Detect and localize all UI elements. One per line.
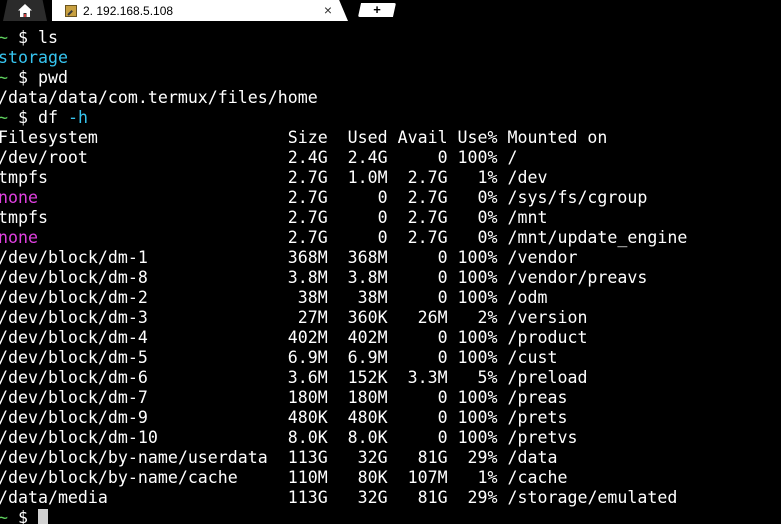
df-row: /dev/block/dm-1 368M 368M 0 100% /vendor: [0, 248, 577, 268]
command-flag: -h: [67, 108, 88, 127]
df-row: /dev/block/dm-6 3.6M 152K 3.3M 5% /prelo…: [0, 368, 587, 388]
df-row: /dev/block/dm-5 6.9M 6.9M 0 100% /cust: [0, 348, 557, 368]
df-values: 3.6M 152K 3.3M 5% /preload: [147, 368, 588, 387]
df-filesystem: /dev/root: [0, 148, 88, 167]
df-row: /dev/block/by-name/userdata 113G 32G 81G…: [0, 448, 557, 468]
prompt-line-ls: ~ $ ls: [0, 28, 58, 48]
command-text: pwd: [38, 68, 68, 87]
df-values: 3.8M 3.8M 0 100% /vendor/preavs: [147, 268, 648, 287]
df-filesystem: /dev/block/dm-1: [0, 248, 148, 267]
df-filesystem: tmpfs: [0, 168, 48, 187]
prompt-dollar: $: [18, 508, 28, 524]
df-values: 8.0K 8.0K 0 100% /pretvs: [157, 428, 578, 447]
terminal-session-icon: [65, 4, 77, 17]
df-values: 113G 32G 81G 29% /data: [267, 448, 558, 467]
df-row: /dev/block/dm-3 27M 360K 26M 2% /version: [0, 308, 587, 328]
df-filesystem: /dev/block/dm-4: [0, 328, 148, 347]
df-values: 2.7G 0 2.7G 0% /mnt/update_engine: [37, 228, 688, 247]
df-values: 6.9M 6.9M 0 100% /cust: [147, 348, 558, 367]
df-values: 402M 402M 0 100% /product: [147, 328, 588, 347]
df-row: /dev/root 2.4G 2.4G 0 100% /: [0, 148, 518, 168]
df-filesystem: /dev/block/dm-10: [0, 428, 158, 447]
command-text: df: [38, 108, 58, 127]
prompt-tilde: ~: [0, 108, 8, 127]
home-tab[interactable]: [3, 0, 47, 21]
df-row: /dev/block/dm-9 480K 480K 0 100% /prets: [0, 408, 567, 428]
terminal-output[interactable]: ~ $ ls storage ~ $ pwd /data/data/com.te…: [0, 28, 781, 524]
new-tab-button[interactable]: +: [358, 3, 396, 17]
df-row: none 2.7G 0 2.7G 0% /mnt/update_engine: [0, 228, 687, 248]
prompt-line-current: ~ $: [0, 508, 48, 524]
df-values: 2.7G 0 2.7G 0% /sys/fs/cgroup: [37, 188, 648, 207]
df-row: /dev/block/dm-8 3.8M 3.8M 0 100% /vendor…: [0, 268, 647, 288]
df-filesystem: /dev/block/dm-6: [0, 368, 148, 387]
df-values: 27M 360K 26M 2% /version: [147, 308, 588, 327]
home-icon: [18, 4, 32, 17]
prompt-line-df: ~ $ df -h: [0, 108, 88, 128]
df-header: Filesystem Size Used Avail Use% Mounted …: [0, 128, 608, 147]
df-row: /dev/block/dm-2 38M 38M 0 100% /odm: [0, 288, 547, 308]
df-values: 2.7G 0 2.7G 0% /mnt: [47, 208, 548, 227]
df-row: tmpfs 2.7G 1.0M 2.7G 1% /dev: [0, 168, 547, 188]
pwd-output: /data/data/com.termux/files/home: [0, 88, 318, 107]
tab-session-2[interactable]: 2. 192.168.5.108 ×: [52, 0, 348, 21]
tab-bar: 2. 192.168.5.108 × +: [0, 0, 781, 21]
prompt-dollar: $: [18, 28, 28, 47]
df-row: /data/media 113G 32G 81G 29% /storage/em…: [0, 488, 677, 508]
prompt-dollar: $: [18, 68, 28, 87]
df-values: 113G 32G 81G 29% /storage/emulated: [107, 488, 678, 507]
prompt-line-pwd: ~ $ pwd: [0, 68, 68, 88]
df-filesystem: /dev/block/dm-7: [0, 388, 148, 407]
df-row: /dev/block/dm-4 402M 402M 0 100% /produc…: [0, 328, 587, 348]
df-filesystem: /dev/block/dm-3: [0, 308, 148, 327]
df-values: 2.7G 1.0M 2.7G 1% /dev: [47, 168, 548, 187]
df-row: /dev/block/dm-7 180M 180M 0 100% /preas: [0, 388, 567, 408]
df-values: 480K 480K 0 100% /prets: [147, 408, 568, 427]
df-values: 368M 368M 0 100% /vendor: [147, 248, 578, 267]
df-row: /dev/block/dm-10 8.0K 8.0K 0 100% /pretv…: [0, 428, 577, 448]
df-filesystem: tmpfs: [0, 208, 48, 227]
df-filesystem: /data/media: [0, 488, 108, 507]
df-values: 2.4G 2.4G 0 100% /: [87, 148, 518, 167]
ls-output: storage: [0, 48, 68, 67]
df-filesystem: /dev/block/dm-5: [0, 348, 148, 367]
df-values: 180M 180M 0 100% /preas: [147, 388, 568, 407]
prompt-tilde: ~: [0, 28, 8, 47]
df-values: 110M 80K 107M 1% /cache: [237, 468, 568, 487]
text-cursor: [38, 509, 48, 524]
prompt-tilde: ~: [0, 68, 8, 87]
command-text: ls: [38, 28, 58, 47]
df-filesystem: none: [0, 188, 38, 207]
tab-title: 2. 192.168.5.108: [83, 3, 174, 18]
df-filesystem: /dev/block/dm-2: [0, 288, 148, 307]
df-filesystem: /dev/block/dm-9: [0, 408, 148, 427]
df-row: none 2.7G 0 2.7G 0% /sys/fs/cgroup: [0, 188, 647, 208]
df-values: 38M 38M 0 100% /odm: [147, 288, 548, 307]
df-row: tmpfs 2.7G 0 2.7G 0% /mnt: [0, 208, 547, 228]
prompt-tilde: ~: [0, 508, 8, 524]
prompt-dollar: $: [18, 108, 28, 127]
close-icon[interactable]: ×: [324, 2, 332, 18]
df-filesystem: none: [0, 228, 38, 247]
df-row: /dev/block/by-name/cache 110M 80K 107M 1…: [0, 468, 567, 488]
df-filesystem: /dev/block/dm-8: [0, 268, 148, 287]
df-filesystem: /dev/block/by-name/userdata: [0, 448, 268, 467]
df-filesystem: /dev/block/by-name/cache: [0, 468, 238, 487]
